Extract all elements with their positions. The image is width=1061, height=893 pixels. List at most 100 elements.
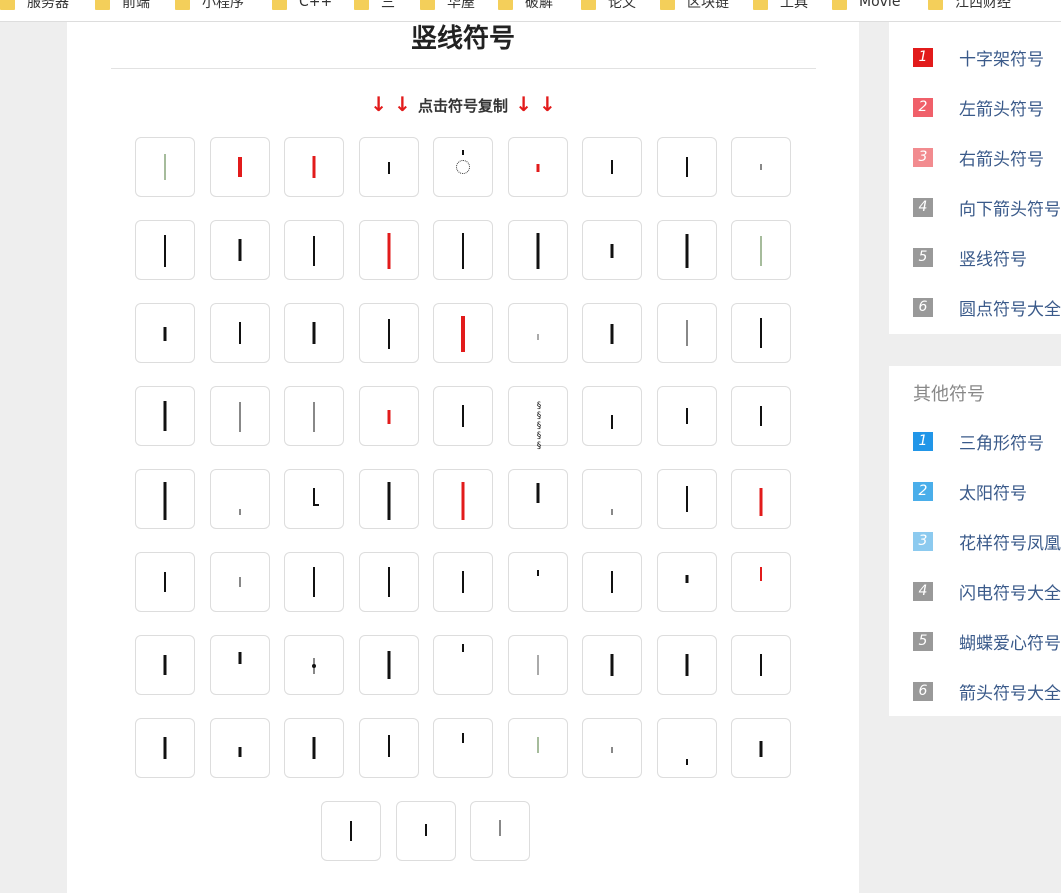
symbol-tile[interactable]: [135, 635, 195, 695]
symbol-tile[interactable]: [135, 303, 195, 363]
symbol-tile[interactable]: [731, 552, 791, 612]
symbol-tile[interactable]: [210, 552, 270, 612]
symbol-tile[interactable]: [135, 718, 195, 778]
sidebar-item-sun[interactable]: 2 太阳符号: [913, 478, 1027, 504]
symbol-tile[interactable]: [210, 137, 270, 197]
symbol-tile[interactable]: [433, 469, 493, 529]
symbol-tile[interactable]: [657, 635, 717, 695]
symbol-tile[interactable]: [284, 303, 344, 363]
symbol-tile[interactable]: [508, 303, 568, 363]
symbol-tile[interactable]: [210, 386, 270, 446]
symbol-tile[interactable]: [657, 718, 717, 778]
symbol-tile[interactable]: [210, 635, 270, 695]
sidebar-item-right-arrow[interactable]: 3 右箭头符号: [913, 144, 1044, 170]
symbol-tile[interactable]: [582, 718, 642, 778]
symbol-tile[interactable]: [657, 469, 717, 529]
symbol-tile[interactable]: [210, 220, 270, 280]
symbol-tile[interactable]: [508, 718, 568, 778]
bookmark-folder[interactable]: C++: [272, 0, 332, 12]
symbol-tile[interactable]: [731, 137, 791, 197]
symbol-tile[interactable]: [731, 303, 791, 363]
symbol-tile[interactable]: [582, 386, 642, 446]
symbol-tile[interactable]: [396, 801, 456, 861]
symbol-tile[interactable]: [657, 220, 717, 280]
sidebar-item-butterfly-heart[interactable]: 5 蝴蝶爱心符号: [913, 628, 1061, 654]
symbol-tile[interactable]: [657, 552, 717, 612]
bookmark-folder[interactable]: 三: [354, 0, 395, 12]
symbol-tile[interactable]: [433, 303, 493, 363]
symbol-tile[interactable]: [135, 386, 195, 446]
symbol-tile[interactable]: [135, 137, 195, 197]
symbol-tile[interactable]: [433, 137, 493, 197]
symbol-tile[interactable]: [582, 635, 642, 695]
symbol-tile[interactable]: [508, 552, 568, 612]
bookmark-folder[interactable]: 区块链: [660, 0, 729, 12]
symbol-tile[interactable]: [284, 635, 344, 695]
sidebar-item-phoenix[interactable]: 3 花样符号凤凰: [913, 528, 1061, 554]
symbol-tile[interactable]: [433, 220, 493, 280]
bookmark-folder[interactable]: 前端: [95, 0, 150, 12]
symbol-tile[interactable]: [582, 303, 642, 363]
symbol-tile[interactable]: [210, 303, 270, 363]
symbol-tile[interactable]: [657, 303, 717, 363]
symbol-tile[interactable]: [731, 469, 791, 529]
symbol-tile[interactable]: [508, 137, 568, 197]
bookmark-folder[interactable]: 华屋: [420, 0, 475, 12]
sidebar-item-lightning[interactable]: 4 闪电符号大全: [913, 578, 1061, 604]
bookmark-folder[interactable]: 江西财经: [928, 0, 1011, 12]
symbol-tile[interactable]: [359, 303, 419, 363]
symbol-tile[interactable]: [284, 386, 344, 446]
symbol-tile[interactable]: [359, 386, 419, 446]
symbol-tile[interactable]: [433, 718, 493, 778]
rank-badge: 1: [913, 431, 933, 451]
symbol-tile[interactable]: [135, 552, 195, 612]
symbol-tile[interactable]: [582, 552, 642, 612]
symbol-tile[interactable]: [284, 220, 344, 280]
symbol-tile[interactable]: [582, 469, 642, 529]
symbol-tile[interactable]: [731, 635, 791, 695]
symbol-tile[interactable]: [210, 469, 270, 529]
symbol-tile[interactable]: [582, 137, 642, 197]
symbol-tile[interactable]: [433, 552, 493, 612]
bookmark-folder[interactable]: 工具: [753, 0, 808, 12]
symbol-tile[interactable]: [210, 718, 270, 778]
symbol-tile[interactable]: [508, 220, 568, 280]
sidebar-item-cross-symbol[interactable]: 1 十字架符号: [913, 44, 1044, 70]
bookmark-folder[interactable]: 服务器: [0, 0, 69, 12]
symbol-tile[interactable]: [359, 552, 419, 612]
symbol-tile[interactable]: [359, 137, 419, 197]
symbol-tile[interactable]: [433, 386, 493, 446]
symbol-tile[interactable]: [582, 220, 642, 280]
symbol-tile[interactable]: [731, 386, 791, 446]
symbol-tile[interactable]: [508, 469, 568, 529]
symbol-tile[interactable]: [135, 220, 195, 280]
sidebar-item-triangle[interactable]: 1 三角形符号: [913, 428, 1044, 454]
symbol-tile[interactable]: [359, 635, 419, 695]
symbol-tile[interactable]: [284, 137, 344, 197]
sidebar-item-dot-symbols[interactable]: 6 圆点符号大全: [913, 294, 1061, 320]
symbol-tile[interactable]: [284, 552, 344, 612]
symbol-tile[interactable]: [135, 469, 195, 529]
symbol-tile[interactable]: [284, 469, 344, 529]
sidebar-item-arrows[interactable]: 6 箭头符号大全: [913, 678, 1061, 704]
symbol-tile[interactable]: §§§§§: [508, 386, 568, 451]
sidebar-item-down-arrow[interactable]: 4 向下箭头符号: [913, 194, 1061, 220]
symbol-tile[interactable]: [433, 635, 493, 695]
symbol-tile[interactable]: [508, 635, 568, 695]
symbol-tile[interactable]: [359, 220, 419, 280]
symbol-tile[interactable]: [284, 718, 344, 778]
symbol-tile[interactable]: [657, 386, 717, 446]
bookmark-folder[interactable]: 论文: [581, 0, 636, 12]
symbol-tile[interactable]: [731, 718, 791, 778]
bookmark-folder[interactable]: 破解: [498, 0, 553, 12]
symbol-tile[interactable]: [731, 220, 791, 280]
symbol-tile[interactable]: [359, 469, 419, 529]
sidebar-item-left-arrow[interactable]: 2 左箭头符号: [913, 94, 1044, 120]
sidebar-item-vertical-line[interactable]: 5 竖线符号: [913, 244, 1027, 270]
symbol-tile[interactable]: [470, 801, 530, 861]
symbol-tile[interactable]: [359, 718, 419, 778]
symbol-tile[interactable]: [321, 801, 381, 861]
bookmark-folder[interactable]: Movie: [832, 0, 900, 12]
bookmark-folder[interactable]: 小程序: [175, 0, 244, 12]
symbol-tile[interactable]: [657, 137, 717, 197]
